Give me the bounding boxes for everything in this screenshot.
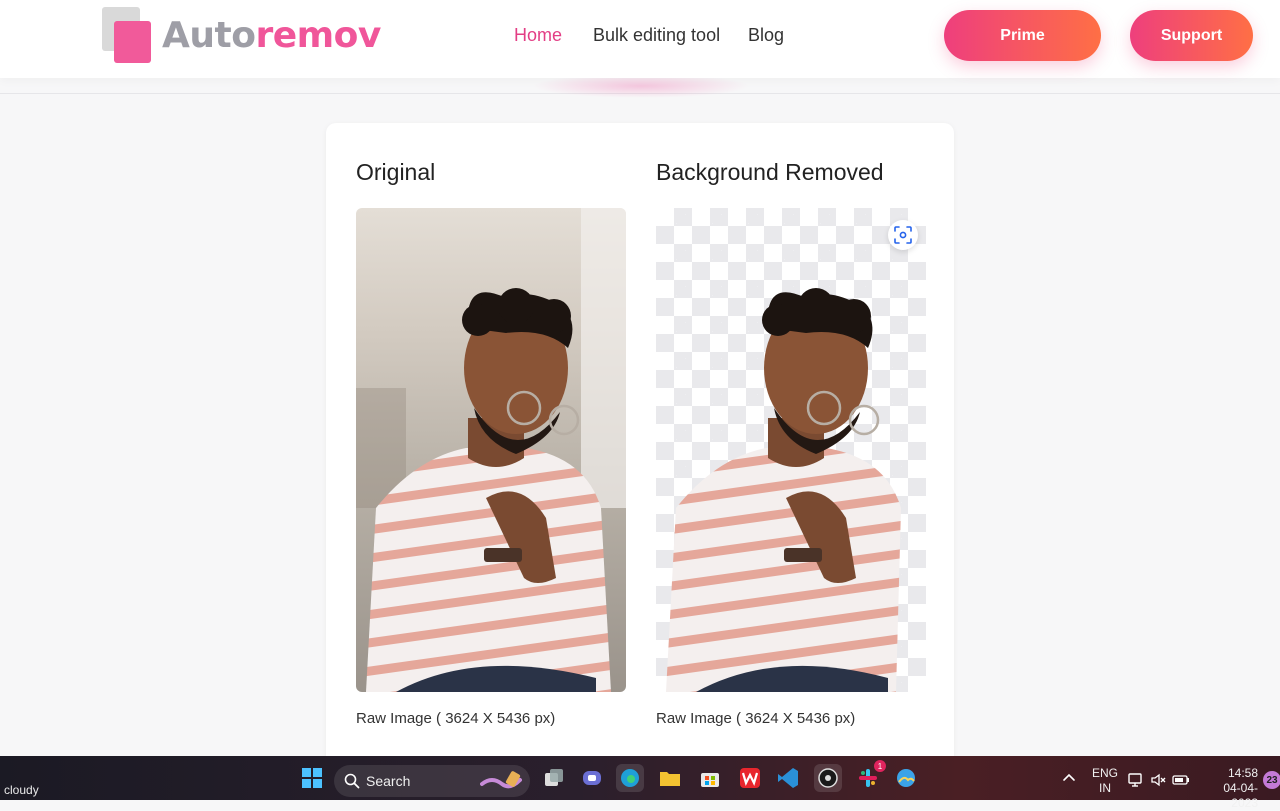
logo-mark-icon — [102, 7, 152, 65]
prime-button[interactable]: Prime — [944, 10, 1101, 61]
removed-image-caption: Raw Image ( 3624 X 5436 px) — [656, 710, 856, 727]
nav-home-link[interactable]: Home — [514, 24, 562, 46]
speaker-muted-icon[interactable] — [1150, 772, 1166, 788]
microsoft-store-icon[interactable] — [696, 764, 724, 792]
original-image-caption: Raw Image ( 3624 X 5436 px) — [356, 710, 556, 727]
vscode-icon[interactable] — [774, 764, 802, 792]
weather-widget[interactable]: cloudy — [4, 783, 39, 797]
support-button[interactable]: Support — [1130, 10, 1253, 61]
language-indicator[interactable]: ENG IN — [1092, 766, 1118, 796]
language-code: ENG — [1092, 766, 1119, 780]
system-clock[interactable]: 14:58 04-04-2023 — [1200, 766, 1258, 811]
nav-bulk-editing-link[interactable]: Bulk editing tool — [593, 24, 720, 46]
windows-start-icon[interactable] — [298, 764, 326, 792]
autoremov-logo[interactable]: Autoremov — [102, 7, 381, 65]
display-icon[interactable] — [1128, 772, 1144, 788]
wps-office-icon[interactable] — [736, 764, 764, 792]
logo-text-remov: remov — [255, 15, 381, 56]
obs-icon[interactable] — [814, 764, 842, 792]
language-region: IN — [1099, 781, 1111, 795]
battery-icon[interactable] — [1172, 772, 1190, 788]
site-header: Autoremov Home Bulk editing tool Blog Pr… — [0, 0, 1280, 78]
logo-wordmark: Autoremov — [162, 18, 381, 54]
logo-text-auto: Auto — [162, 15, 256, 56]
taskbar-search[interactable]: Search — [334, 765, 530, 797]
background-removed-title: Background Removed — [656, 159, 884, 185]
system-tray — [1128, 772, 1190, 788]
slack-icon[interactable]: 1 — [854, 760, 886, 792]
chevron-up-icon[interactable] — [1062, 770, 1076, 784]
search-label: Search — [366, 773, 411, 789]
original-image — [356, 208, 626, 692]
windows-taskbar: cloudy Search 1 ENG IN 14:58 04-04-2023 … — [0, 756, 1280, 810]
file-explorer-icon[interactable] — [656, 764, 684, 792]
nav-blog-link[interactable]: Blog — [748, 24, 784, 46]
clock-date: 04-04-2023 — [1223, 781, 1258, 810]
focus-zoom-icon — [894, 226, 912, 244]
edge-icon[interactable] — [616, 764, 644, 792]
background-removed-image — [656, 208, 926, 692]
notification-count-badge[interactable]: 23 — [1263, 771, 1280, 789]
search-icon — [344, 773, 360, 789]
photos-icon[interactable] — [892, 764, 920, 792]
slack-badge: 1 — [874, 760, 886, 772]
task-view-icon[interactable] — [540, 764, 568, 792]
teams-chat-icon[interactable] — [578, 764, 606, 792]
search-highlight-icon — [480, 771, 522, 789]
zoom-preview-button[interactable] — [888, 220, 918, 250]
clock-time: 14:58 — [1227, 766, 1258, 780]
original-title: Original — [356, 159, 436, 185]
